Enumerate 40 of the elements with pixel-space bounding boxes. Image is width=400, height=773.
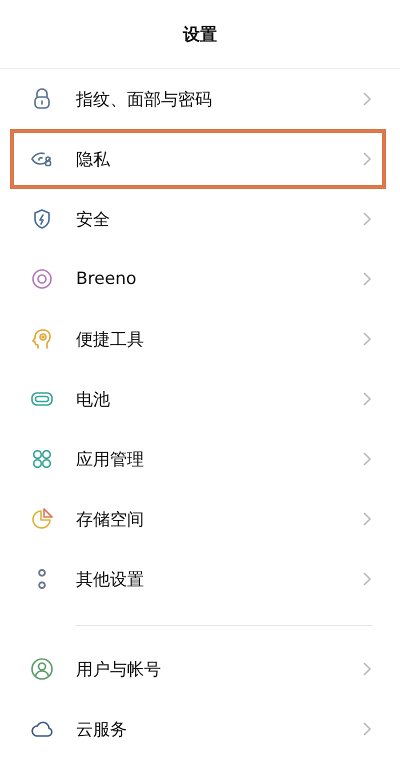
settings-item[interactable]: 电池	[10, 369, 386, 429]
item-label: Breeno	[76, 269, 138, 289]
chevron-icon	[362, 271, 372, 287]
settings-item[interactable]: 其他设置	[10, 549, 386, 609]
item-label: 电池	[76, 388, 111, 410]
chevron-icon	[362, 661, 372, 677]
item-label: 应用管理	[76, 448, 145, 470]
item-label: 云服务	[76, 718, 128, 740]
chevron-icon	[362, 721, 372, 737]
page-title: 设置	[183, 24, 217, 46]
settings-item[interactable]: Breeno	[10, 249, 386, 309]
item-label: 其他设置	[76, 568, 145, 590]
dots-icon	[38, 569, 46, 589]
chevron-icon	[362, 91, 372, 107]
chevron-icon	[362, 571, 372, 587]
chevron-icon	[362, 151, 372, 167]
item-label: 指纹、面部与密码	[76, 88, 213, 110]
head-icon	[30, 327, 54, 351]
chevron-icon	[362, 331, 372, 347]
settings-item[interactable]: 应用管理	[10, 429, 386, 489]
settings-item[interactable]: 用户与帐号	[10, 639, 386, 699]
item-label: 便捷工具	[76, 328, 145, 350]
item-label: 存储空间	[76, 508, 145, 530]
settings-item[interactable]: 指纹、面部与密码	[10, 69, 386, 129]
settings-item[interactable]: 存储空间	[10, 489, 386, 549]
chevron-icon	[362, 511, 372, 527]
ring-icon	[30, 267, 54, 291]
settings-item[interactable]: 隐私	[10, 129, 386, 189]
settings-item[interactable]: 便捷工具	[10, 309, 386, 369]
settings-item[interactable]: 云服务	[10, 699, 386, 759]
item-label: 安全	[76, 208, 111, 230]
grid-icon	[30, 447, 54, 471]
settings-item[interactable]: 安全	[10, 189, 386, 249]
chevron-icon	[362, 451, 372, 467]
item-label: 用户与帐号	[76, 658, 162, 680]
chevron-icon	[362, 391, 372, 407]
pie-chart-icon	[30, 507, 54, 531]
item-label: 隐私	[76, 148, 111, 170]
chevron-icon	[362, 211, 372, 227]
user-icon	[30, 657, 54, 681]
